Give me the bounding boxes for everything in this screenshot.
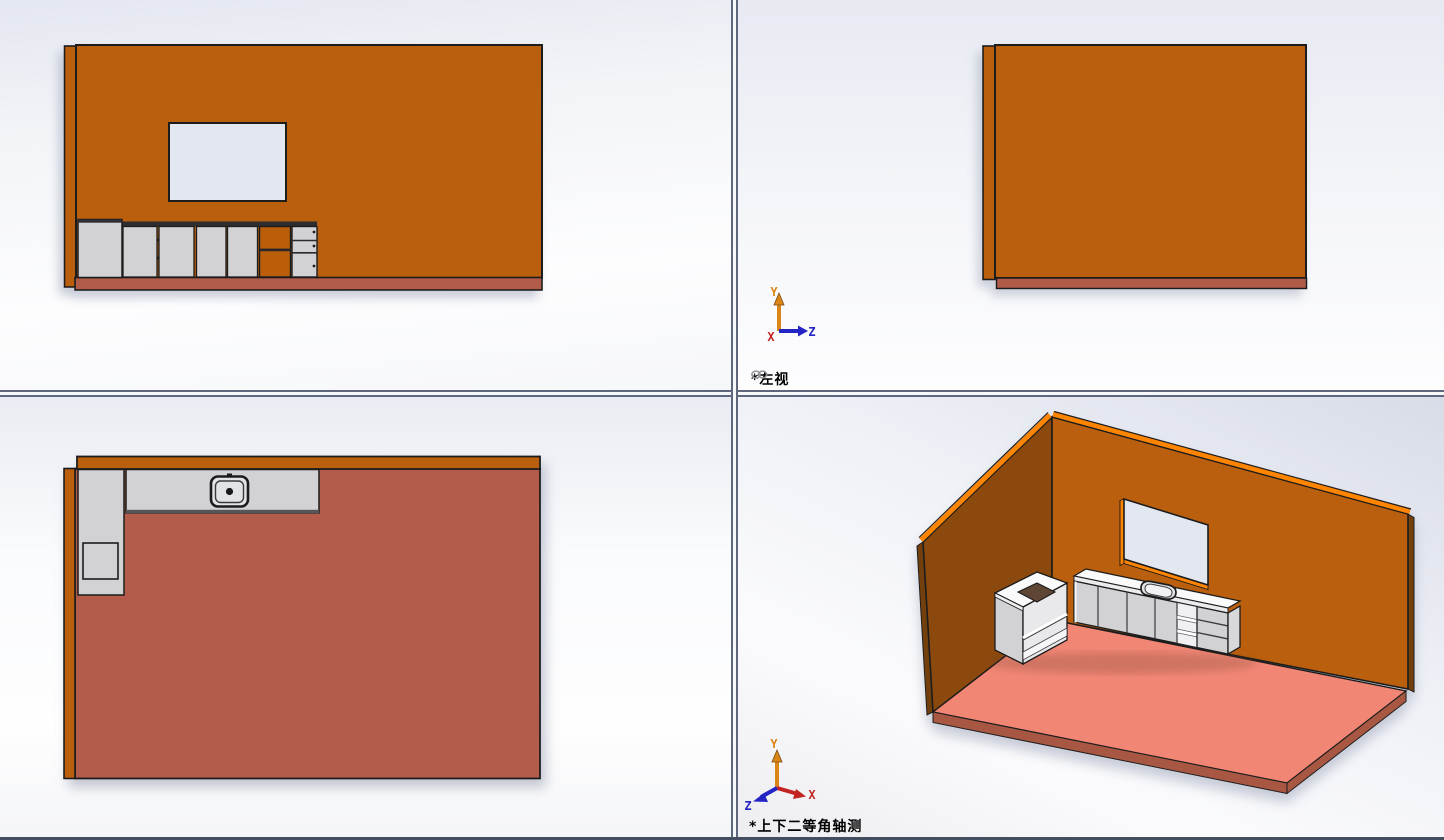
- viewport-front-view[interactable]: [0, 0, 731, 390]
- iso-back-wall-thickness: [1407, 513, 1415, 693]
- front-view-canvas[interactable]: [0, 0, 731, 390]
- front-cabinets[interactable]: [77, 218, 318, 279]
- top-view-appliance[interactable]: [82, 542, 119, 580]
- left-view-canvas[interactable]: Y Z X: [738, 0, 1444, 390]
- front-door-4[interactable]: [226, 225, 259, 278]
- y-axis-label: Y: [770, 285, 778, 299]
- front-open-shelf[interactable]: [258, 225, 292, 278]
- isometric-view-canvas[interactable]: Y X Z: [738, 397, 1444, 840]
- x-axis-label: X: [767, 330, 775, 344]
- left-view-wall-edge[interactable]: [982, 45, 996, 281]
- top-view-canvas[interactable]: [0, 397, 731, 840]
- viewport-top-view[interactable]: [0, 397, 731, 840]
- left-view-triad: Y Z X: [767, 285, 815, 344]
- top-view-sink[interactable]: [209, 473, 250, 508]
- z-axis-arrow: [798, 325, 808, 337]
- top-view-counter-shadow-line: [126, 509, 319, 514]
- sink-drain: [225, 487, 234, 496]
- iso-view-triad: Y X Z: [744, 737, 816, 813]
- isometric-view-label-text: *上下二等角轴测: [749, 819, 863, 835]
- isometric-view-label: *上下二等角轴测: [749, 816, 862, 836]
- front-tall-cabinet[interactable]: [77, 218, 123, 279]
- x-axis-arrow: [793, 789, 806, 799]
- top-view-back-wall[interactable]: [76, 455, 541, 470]
- z-axis-label: Z: [744, 799, 751, 813]
- left-view-floor[interactable]: [995, 277, 1308, 290]
- front-door-3[interactable]: [195, 225, 227, 278]
- front-side-wall-edge[interactable]: [63, 45, 77, 288]
- front-tall-cabinet-top: [78, 219, 122, 223]
- sink-faucet: [227, 473, 232, 478]
- horizontal-splitter[interactable]: [0, 390, 1444, 397]
- front-countertop-edge: [121, 221, 317, 227]
- front-door-handle-1: [156, 238, 160, 242]
- top-view-side-wall[interactable]: [63, 467, 76, 780]
- front-floor[interactable]: [74, 276, 543, 291]
- y-axis-arrow: [771, 748, 783, 763]
- front-open-shelf-divider: [259, 248, 291, 252]
- top-view-floor[interactable]: [74, 467, 541, 780]
- left-view-label: *左视: [751, 369, 789, 389]
- front-drawer-handle-2: [312, 244, 316, 248]
- x-axis-label: X: [808, 788, 816, 802]
- vertical-splitter[interactable]: [731, 0, 738, 840]
- link-chain-icon: [751, 370, 768, 379]
- viewport-isometric-view[interactable]: Y X Z *上下二等角轴测: [738, 397, 1444, 840]
- front-door-1[interactable]: [122, 225, 158, 278]
- front-door-2[interactable]: [158, 225, 195, 278]
- y-axis-label: Y: [770, 737, 778, 751]
- front-drawer-stack[interactable]: [291, 225, 318, 278]
- front-window-opening[interactable]: [168, 122, 287, 202]
- front-drawer-handle-3: [312, 264, 316, 268]
- iso-open-shelf-section[interactable]: [1176, 601, 1198, 649]
- left-view-wall[interactable]: [994, 44, 1307, 279]
- iso-cabinet-run-right-side[interactable]: [1227, 604, 1241, 656]
- front-drawer-handle-1: [312, 230, 316, 234]
- z-axis-label: Z: [808, 325, 815, 339]
- solidworks-four-view-canvas: Y Z X *左视 Y X Z *上下二等角轴测: [0, 0, 1444, 840]
- front-door-handle-2: [156, 256, 160, 260]
- viewport-left-view[interactable]: Y Z X *左视: [738, 0, 1444, 390]
